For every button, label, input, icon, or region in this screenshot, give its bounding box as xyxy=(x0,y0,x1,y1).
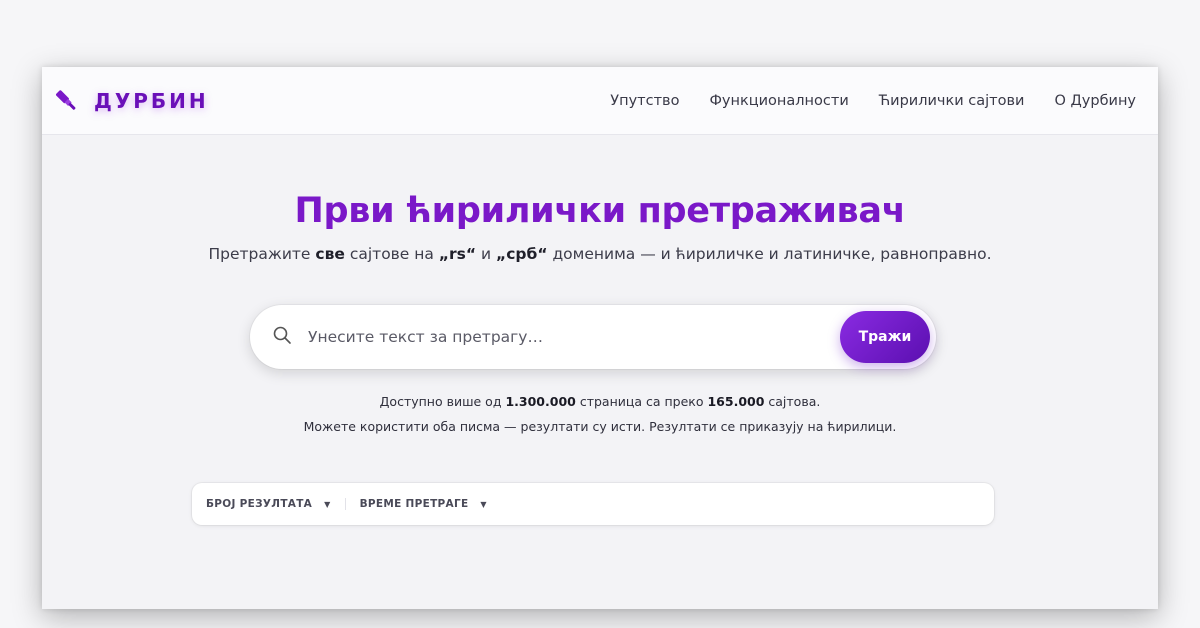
subtitle-text: Претражите xyxy=(208,245,316,263)
telescope-icon xyxy=(52,87,80,115)
stats-line-1: Доступно више од 1.300.000 страница са п… xyxy=(42,389,1158,414)
stats-text: сајтова. xyxy=(764,394,821,409)
sites-count: 165.000 xyxy=(707,394,765,409)
brand-name: ДУРБИН xyxy=(94,88,209,113)
index-stats: Доступно више од 1.300.000 страница са п… xyxy=(42,389,1158,439)
subtitle-domain-srb: „срб“ xyxy=(496,245,548,263)
browser-window: ДУРБИН Упутство Функционалности Ћириличк… xyxy=(42,67,1158,609)
subtitle-emphasis: све xyxy=(315,245,345,263)
search-icon xyxy=(272,325,306,349)
nav-link-instructions[interactable]: Упутство xyxy=(610,93,679,109)
brand-logo[interactable]: ДУРБИН xyxy=(52,87,209,115)
stats-text: страница са преко xyxy=(575,394,708,409)
search-button[interactable]: Тражи xyxy=(840,311,930,363)
nav-link-cyrillic-sites[interactable]: Ћирилички сајтови xyxy=(879,93,1025,109)
search-bar: Тражи xyxy=(250,305,936,369)
caret-down-icon: ▼ xyxy=(324,499,331,509)
page-title: Први ћирилички претраживач xyxy=(294,191,906,231)
filter-result-count-dropdown[interactable]: БРОЈ РЕЗУЛТАТА ▼ xyxy=(206,498,345,510)
nav-link-about[interactable]: О Дурбину xyxy=(1054,93,1136,109)
filter-search-time-dropdown[interactable]: ВРЕМЕ ПРЕТРАГЕ ▼ xyxy=(344,498,501,510)
hero-subtitle: Претражите све сајтове на „rs“ и „срб“ д… xyxy=(42,245,1158,263)
search-input[interactable] xyxy=(306,327,840,347)
stats-line-2: Можете користити оба писма — резултати с… xyxy=(303,419,897,434)
subtitle-text: доменима — и ћириличке и латиничке, равн… xyxy=(547,245,992,263)
caret-down-icon: ▼ xyxy=(480,499,487,509)
filter-label: ВРЕМЕ ПРЕТРАГЕ xyxy=(359,498,469,510)
filter-bar: БРОЈ РЕЗУЛТАТА ▼ ВРЕМЕ ПРЕТРАГЕ ▼ xyxy=(192,483,994,525)
top-navigation-bar: ДУРБИН Упутство Функционалности Ћириличк… xyxy=(42,67,1158,135)
subtitle-domain-rs: „rs“ xyxy=(438,245,477,263)
nav-link-features[interactable]: Функционалности xyxy=(709,93,848,109)
subtitle-text: сајтове на xyxy=(344,245,439,263)
pages-count: 1.300.000 xyxy=(505,394,576,409)
main-nav: Упутство Функционалности Ћирилички сајто… xyxy=(610,93,1136,109)
stats-text: Доступно више од xyxy=(379,394,506,409)
filter-label: БРОЈ РЕЗУЛТАТА xyxy=(206,498,313,510)
subtitle-text: и xyxy=(476,245,497,263)
hero-section: Први ћирилички претраживач Претражите св… xyxy=(42,191,1158,263)
